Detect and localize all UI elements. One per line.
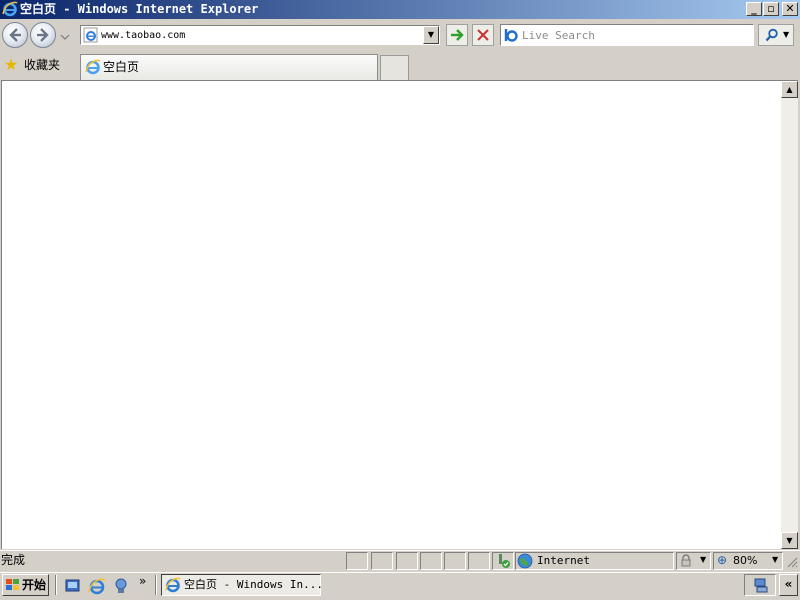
security-zone-label: Internet — [537, 554, 590, 567]
page-ie-icon — [83, 27, 98, 43]
system-tray — [744, 574, 776, 596]
windows-logo-icon — [6, 579, 19, 590]
status-panel — [396, 552, 418, 570]
tab-blank-page[interactable]: 空白页 — [80, 54, 378, 80]
status-panel — [346, 552, 368, 570]
status-panel — [371, 552, 393, 570]
search-options-chevron-icon: ▼ — [783, 30, 790, 39]
arrow-up-icon: ▲ — [786, 85, 793, 94]
ie-tab-icon — [85, 59, 101, 75]
taskbar-divider — [155, 575, 157, 595]
resize-grip-icon — [787, 557, 798, 568]
ie-logo-icon — [2, 1, 18, 17]
network-tray-icon[interactable] — [752, 576, 770, 594]
status-panel — [444, 552, 466, 570]
scroll-up-button[interactable]: ▲ — [781, 81, 798, 98]
stop-button[interactable] — [472, 24, 494, 46]
security-status-icon — [499, 554, 510, 568]
media-quicklaunch-icon[interactable] — [112, 577, 130, 595]
close-button[interactable]: ✕ — [782, 2, 798, 16]
search-input[interactable] — [522, 27, 747, 43]
scroll-down-button[interactable]: ▼ — [781, 532, 798, 549]
chevron-down-icon: ▼ — [427, 30, 435, 39]
restore-button[interactable]: ▫ — [763, 2, 779, 16]
go-button[interactable] — [446, 24, 468, 46]
chevron-down-icon: ▼ — [700, 555, 707, 564]
forward-button[interactable] — [30, 22, 56, 48]
status-text: 完成 — [1, 553, 26, 567]
page-content[interactable] — [1, 80, 781, 549]
taskbar-window-label: 空白页 - Windows In... — [184, 578, 323, 591]
globe-icon — [517, 553, 533, 569]
minimize-button[interactable]: _ — [746, 2, 762, 16]
show-desktop-icon[interactable] — [64, 577, 82, 595]
status-panel — [420, 552, 442, 570]
taskbar-ie-window-button[interactable]: 空白页 - Windows In... — [161, 574, 323, 596]
recent-pages-dropdown[interactable] — [60, 30, 70, 40]
address-dropdown-button[interactable]: ▼ — [423, 26, 439, 44]
address-bar[interactable]: ▼ — [80, 25, 440, 45]
arrow-down-icon: ▼ — [786, 536, 793, 545]
forward-arrow-icon — [37, 28, 49, 42]
red-x-icon — [477, 29, 489, 41]
chevron-down-icon — [60, 34, 70, 40]
start-label: 开始 — [22, 578, 47, 592]
status-panel — [468, 552, 490, 570]
address-input[interactable] — [101, 27, 421, 43]
title-bar[interactable]: 空白页 - Windows Internet Explorer _ ▫ ✕ — [0, 0, 800, 19]
tab-label: 空白页 — [103, 60, 140, 74]
start-button[interactable]: 开始 — [2, 574, 49, 596]
new-tab-button[interactable] — [380, 55, 409, 80]
window-title: 空白页 - Windows Internet Explorer — [20, 2, 259, 16]
status-panel — [492, 552, 514, 570]
green-arrow-icon — [451, 29, 464, 41]
magnifier-icon — [765, 28, 778, 42]
resize-grip[interactable] — [786, 556, 798, 568]
vertical-scrollbar[interactable]: ▲ ▼ — [781, 80, 798, 549]
ie-quicklaunch-icon[interactable] — [88, 577, 106, 595]
ie-task-icon — [165, 577, 181, 593]
tray-expand-button[interactable]: « — [779, 574, 798, 596]
quicklaunch-more-button[interactable]: » — [139, 574, 146, 588]
zoom-magnifier-icon: ⊕ — [717, 553, 728, 567]
protected-mode-button[interactable]: ▼ — [676, 552, 711, 570]
back-arrow-icon — [9, 28, 21, 42]
zoom-level: 80% — [733, 554, 758, 567]
taskbar-divider — [55, 575, 57, 595]
favorites-star-icon[interactable]: ★ — [4, 57, 20, 73]
favorites-label[interactable]: 收藏夹 — [24, 56, 60, 74]
padlock-icon — [681, 554, 691, 567]
search-button[interactable]: ▼ — [758, 24, 794, 46]
chevron-down-icon: ▼ — [772, 555, 779, 564]
live-search-logo-icon — [504, 29, 518, 42]
back-button[interactable] — [2, 22, 28, 48]
search-box[interactable] — [500, 24, 754, 46]
